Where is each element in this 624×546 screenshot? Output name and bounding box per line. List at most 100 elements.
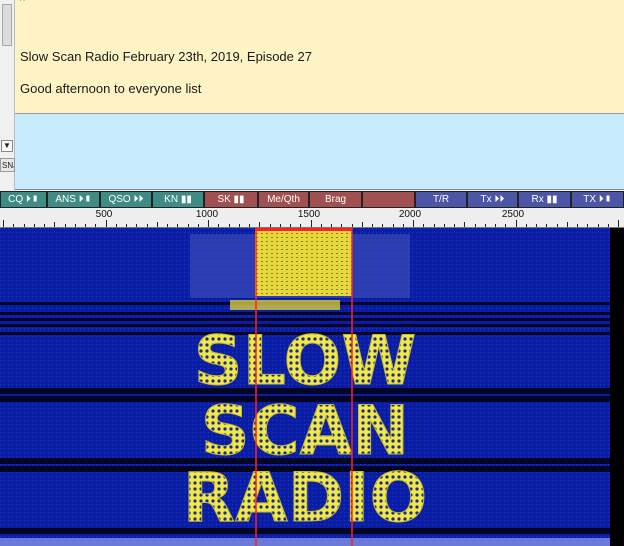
scale-tick	[270, 224, 271, 227]
scale-tick	[444, 224, 445, 227]
scale-tick	[259, 222, 260, 227]
scale-tick	[34, 224, 35, 227]
scale-tick	[505, 224, 506, 227]
macro-kn-button[interactable]: KN ▮▮	[152, 191, 204, 208]
cursor-bar	[255, 228, 352, 231]
receive-text-line-1: Slow Scan Radio February 23th, 2019, Epi…	[20, 49, 312, 64]
scale-tick	[485, 224, 486, 227]
scale-tick	[577, 224, 578, 227]
transmit-text-pane[interactable]: ▼ SNJ	[0, 114, 624, 190]
scale-tick	[157, 222, 158, 227]
scale-tick	[526, 224, 527, 227]
receive-scrollbar-thumb[interactable]	[2, 4, 12, 46]
waterfall-band	[0, 312, 610, 315]
scale-tick	[116, 224, 117, 227]
receive-scrollbar[interactable]	[0, 0, 15, 114]
scale-tick	[147, 224, 148, 227]
waterfall-band	[0, 318, 610, 321]
scale-tick	[393, 224, 394, 227]
waterfall-text-line-3: RADIO	[183, 459, 428, 538]
scale-tick	[75, 224, 76, 227]
scale-tick	[464, 222, 465, 227]
waterfall-bottom-strip	[0, 538, 610, 546]
macro-qso-button[interactable]: QSO ⏵⏵	[100, 191, 152, 208]
scale-tick	[362, 222, 363, 227]
scale-tick	[218, 224, 219, 227]
scale-tick	[208, 220, 209, 227]
scale-label-1500: 1500	[297, 209, 321, 220]
scale-tick	[567, 222, 568, 227]
macro-empty-button[interactable]	[362, 191, 415, 208]
scale-tick	[372, 224, 373, 227]
scale-tick	[177, 224, 178, 227]
waterfall-right-edge	[610, 228, 624, 546]
scale-tick	[24, 224, 25, 227]
signal-trace	[230, 300, 340, 310]
scale-label-2000: 2000	[398, 209, 422, 220]
scale-tick	[546, 224, 547, 227]
scale-tick	[557, 224, 558, 227]
scale-tick	[587, 224, 588, 227]
scale-tick	[188, 224, 189, 227]
scale-tick	[311, 220, 312, 227]
scale-tick	[13, 224, 14, 227]
macro-sk-button[interactable]: SK ▮▮	[204, 191, 258, 208]
scale-tick	[454, 224, 455, 227]
scale-tick	[85, 224, 86, 227]
scale-tick	[198, 224, 199, 227]
scale-tick	[516, 220, 517, 227]
scale-tick	[536, 224, 537, 227]
macro-tr-button[interactable]: T/R	[415, 191, 467, 208]
scale-tick	[352, 224, 353, 227]
scale-tick	[54, 222, 55, 227]
scale-tick	[331, 224, 332, 227]
macro-button-bar: CQ ⏵▮ ANS ⏵▮ QSO ⏵⏵ KN ▮▮ SK ▮▮ Me/Qth B…	[0, 191, 624, 208]
scale-tick	[382, 224, 383, 227]
scale-label-1000: 1000	[195, 209, 219, 220]
waterfall-canvas: SLOW SCAN RADIO	[0, 228, 624, 546]
scale-tick	[3, 220, 4, 227]
macro-rx-button[interactable]: Rx ▮▮	[518, 191, 571, 208]
macro-tx-button[interactable]: Tx ⏵⏵	[467, 191, 518, 208]
scale-tick	[300, 224, 301, 227]
macro-tx-lock-button[interactable]: TX ⏵▮	[571, 191, 624, 208]
scale-label-2500: 2500	[501, 209, 525, 220]
macro-me-qth-button[interactable]: Me/Qth	[258, 191, 309, 208]
receive-text-pane[interactable]: ^ Slow Scan Radio February 23th, 2019, E…	[0, 0, 624, 114]
macro-brag-button[interactable]: Brag	[309, 191, 362, 208]
scale-tick	[65, 224, 66, 227]
scale-tick	[413, 220, 414, 227]
scale-tick	[403, 224, 404, 227]
scale-tick	[618, 220, 619, 227]
scale-tick	[341, 224, 342, 227]
scale-tick	[239, 224, 240, 227]
scale-tick	[434, 224, 435, 227]
scale-tick	[106, 220, 107, 227]
scale-tick	[136, 224, 137, 227]
macro-ans-button[interactable]: ANS ⏵▮	[47, 191, 100, 208]
scale-tick	[608, 224, 609, 227]
waterfall-text-line-1: SLOW	[194, 322, 417, 401]
transmit-scrollbar[interactable]: ▼ SNJ	[0, 114, 15, 190]
signal-burst	[255, 230, 352, 296]
scale-tick	[598, 224, 599, 227]
scale-tick	[126, 224, 127, 227]
macro-cq-button[interactable]: CQ ⏵▮	[0, 191, 47, 208]
waterfall-display[interactable]: SLOW SCAN RADIO	[0, 228, 624, 546]
scale-tick	[229, 224, 230, 227]
scale-tick	[167, 224, 168, 227]
receive-text-line-2: Good afternoon to everyone list	[20, 81, 202, 96]
scale-tick	[44, 224, 45, 227]
receive-top-mark: ^	[20, 0, 25, 7]
scale-tick	[249, 224, 250, 227]
scale-tick	[280, 224, 281, 227]
scroll-down-icon[interactable]: ▼	[1, 140, 13, 152]
scale-tick	[475, 224, 476, 227]
side-label: SNJ	[0, 158, 15, 172]
scale-label-500: 500	[95, 209, 113, 220]
scale-tick	[495, 224, 496, 227]
scale-tick	[423, 224, 424, 227]
scale-tick	[95, 224, 96, 227]
frequency-scale[interactable]: 500 1000 1500 2000 2500	[0, 208, 624, 228]
scale-tick	[290, 224, 291, 227]
